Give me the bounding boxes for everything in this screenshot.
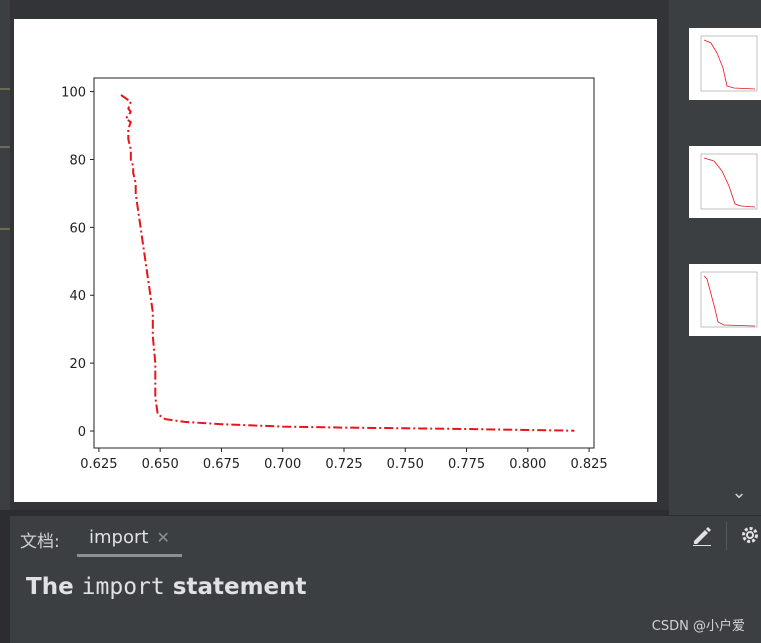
chevron-down-icon[interactable]: ⌄ (728, 482, 750, 504)
heading-code: import (81, 574, 165, 600)
x-tick-label: 0.825 (570, 457, 607, 472)
doc-heading: The import statement (26, 574, 307, 600)
x-tick-label: 0.725 (325, 457, 362, 472)
plot-thumbnails[interactable] (669, 0, 761, 515)
watermark: CSDN @小户爱 (651, 619, 745, 634)
x-tick-label: 0.700 (264, 457, 301, 472)
y-tick-label: 60 (69, 221, 86, 236)
x-tick-label: 0.800 (509, 457, 546, 472)
gear-icon[interactable] (738, 524, 761, 548)
x-tick-label: 0.750 (387, 457, 424, 472)
toolbar-separator (726, 522, 727, 550)
y-tick-label: 40 (69, 289, 86, 304)
heading-suffix: statement (164, 574, 307, 600)
y-tick-label: 0 (78, 425, 86, 440)
close-icon[interactable]: ✕ (156, 528, 169, 547)
x-tick-label: 0.625 (80, 457, 117, 472)
plot-thumbnail[interactable] (689, 28, 761, 100)
y-tick-label: 100 (61, 86, 86, 101)
tab-import[interactable]: import ✕ (77, 520, 182, 557)
y-tick-label: 80 (69, 153, 86, 168)
series-line (120, 94, 575, 432)
x-tick-label: 0.675 (203, 457, 240, 472)
heading-prefix: The (26, 574, 82, 600)
y-tick-label: 20 (69, 357, 86, 372)
doc-panel-label: 文档: (20, 532, 60, 552)
plot-thumbnail[interactable] (689, 264, 761, 336)
edit-icon[interactable] (690, 524, 714, 548)
line-chart: 0.625 0.650 0.675 0.700 0.725 0.750 0.775 0.800… (61, 77, 608, 472)
tab-import-label: import (89, 526, 149, 548)
x-tick-label: 0.650 (142, 457, 179, 472)
x-tick-label: 0.775 (448, 457, 485, 472)
documentation-panel: 文档: import ✕ The import statement (10, 515, 761, 643)
plot-frame (93, 77, 595, 449)
plot-thumbnail[interactable] (689, 146, 761, 218)
